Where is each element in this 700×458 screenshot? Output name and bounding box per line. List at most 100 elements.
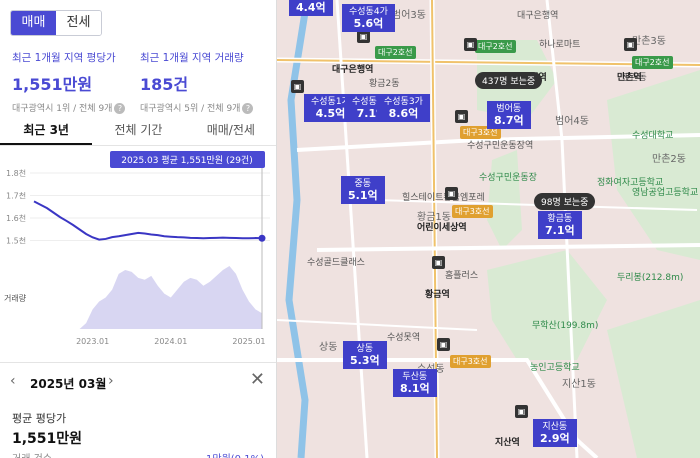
marker-price: 5.6억: [353, 17, 384, 30]
highlight-point: [258, 234, 266, 242]
y-tick-label: 1.6천: [6, 213, 26, 223]
tab-jeonse[interactable]: 전세: [56, 11, 101, 35]
price-marker[interactable]: 수성동4가 5.6억: [342, 4, 395, 32]
price-marker[interactable]: 지산동 2.9억: [533, 419, 577, 447]
map-label: 수성구민운동장: [479, 173, 537, 183]
map-view[interactable]: 범어3동 만촌3동 만촌동 수성구민운동장역 범어4동 수성구민운동장 수성대학…: [277, 0, 700, 458]
volume-rank: 대구광역시 5위 / 전체 9개?: [140, 101, 254, 114]
close-icon[interactable]: ✕: [250, 369, 265, 390]
x-tick-label: 2023.01: [76, 337, 109, 346]
map-label: 만촌역: [617, 73, 642, 83]
map-label: 하나로마트: [539, 40, 581, 50]
volume-label: 거래량: [4, 293, 27, 303]
trade-type-toggle: 매매 전세: [10, 10, 102, 36]
map-label: 지산1동: [562, 379, 596, 390]
map-label: 범어4동: [555, 116, 589, 127]
marker-price: 4.4억: [296, 1, 326, 14]
subway-station-icon[interactable]: ▣: [437, 338, 450, 351]
x-tick-label: 2025.01: [232, 337, 265, 346]
map-label: 수성구민운동장역: [467, 141, 534, 151]
app-root: 매매 전세 최근 1개월 지역 평당가 1,551만원 대구광역시 1위 / 전…: [0, 0, 700, 458]
line-badge: 대구2호선: [375, 46, 416, 59]
line-badge: 대구3호선: [452, 205, 493, 218]
detail-count-label: 거래 건수: [12, 450, 52, 458]
volume-area: [34, 266, 262, 329]
marker-price: 7.1억: [545, 224, 575, 237]
map-label: 대구은행역: [332, 65, 374, 75]
subway-station-icon[interactable]: ▣: [291, 80, 304, 93]
avg-price-stat: 최근 1개월 지역 평당가 1,551만원 대구광역시 1위 / 전체 9개?: [12, 50, 126, 114]
help-icon[interactable]: ?: [114, 103, 126, 114]
volume-rank-text: 대구광역시 5위 / 전체 9개: [140, 104, 241, 114]
marker-price: 5.1억: [348, 189, 378, 202]
line-badge: 대구2호선: [475, 40, 516, 53]
subway-station-icon[interactable]: ▣: [455, 110, 468, 123]
price-marker[interactable]: 상동 5.3억: [343, 341, 387, 369]
price-marker[interactable]: 두산동 8.1억: [393, 369, 437, 397]
price-line: [33, 200, 263, 241]
prev-month-icon[interactable]: ‹: [10, 373, 16, 389]
detail-count-value: 1만원(0.1%): [206, 450, 264, 458]
line-badge: 대구3호선: [450, 355, 491, 368]
detail-value: 1,551만원: [12, 431, 83, 447]
map-label: 황금2동: [369, 79, 400, 89]
marker-price: 8.1억: [400, 382, 430, 395]
map-label: 수성대학교: [632, 131, 674, 141]
map-label: 지산역: [495, 438, 520, 448]
map-label: 대구은행역: [517, 11, 559, 21]
map-label: 수성못역: [387, 333, 421, 343]
price-marker[interactable]: 황금동 7.1억: [538, 211, 582, 239]
price-marker[interactable]: 4.4억: [289, 0, 333, 16]
next-month-icon[interactable]: ›: [108, 373, 114, 389]
map-label: 무학산(199.8m): [532, 321, 599, 331]
map-label: 황금1동: [417, 212, 451, 223]
map-label: 황금역: [425, 290, 450, 300]
marker-price: 8.6억: [388, 107, 419, 120]
map-label: 힐스테이트황금엠포레: [402, 193, 485, 203]
marker-price: 5.3억: [350, 354, 380, 367]
avg-price-rank: 대구광역시 1위 / 전체 9개?: [12, 101, 126, 114]
price-marker[interactable]: 중동 5.1억: [341, 176, 385, 204]
map-label: 농인고등학교: [530, 363, 580, 373]
y-tick-label: 1.8천: [6, 168, 26, 178]
price-chart-svg: 1.8천 1.7천 1.6천 1.5천거래량 2025.03 평균 1,551만원 (2…: [4, 151, 270, 346]
price-marker[interactable]: 수성동3가 8.6억: [377, 94, 430, 122]
detail-label: 평균 평당가: [12, 412, 67, 425]
price-chart[interactable]: 1.8천 1.7천 1.6천 1.5천 거래량 2025.03 평균 1,551만원 (2…: [0, 146, 276, 352]
subway-station-icon[interactable]: ▣: [432, 256, 445, 269]
price-marker[interactable]: 범어동 8.7억: [487, 101, 531, 129]
map-label: 수성골드클래스: [307, 258, 365, 268]
map-label: 만촌2동: [652, 154, 686, 165]
map-label: 영남공업고등학교: [632, 188, 699, 198]
tab-recent-3y[interactable]: 최근 3년: [0, 116, 93, 145]
avg-price-label: 최근 1개월 지역 평당가: [12, 52, 116, 64]
subway-station-icon[interactable]: ▣: [515, 405, 528, 418]
date-navigator: ‹ 2025년 03월 › ✕: [0, 362, 276, 402]
line-badge: 대구2호선: [632, 56, 673, 69]
subway-station-icon[interactable]: ▣: [464, 38, 477, 51]
tab-all-period[interactable]: 전체 기간: [92, 116, 184, 145]
tab-sale[interactable]: 매매: [11, 11, 56, 35]
map-label: 두리봉(212.8m): [617, 273, 684, 283]
subway-station-icon[interactable]: ▣: [624, 38, 637, 51]
marker-price: 8.7억: [494, 114, 524, 127]
viewers-badge[interactable]: 98명 보는중: [534, 193, 596, 210]
avg-price-rank-text: 대구광역시 1위 / 전체 9개: [12, 104, 113, 114]
map-label: 만촌3동: [632, 36, 666, 47]
help-icon[interactable]: ?: [242, 103, 254, 114]
subway-station-icon[interactable]: ▣: [445, 187, 458, 200]
volume-value: 185건: [140, 75, 189, 94]
viewers-badge[interactable]: 437명 보는중: [475, 72, 543, 89]
map-label: 상동: [319, 342, 338, 353]
selected-month: 2025년 03월: [30, 377, 107, 391]
marker-price: 2.9억: [540, 432, 570, 445]
avg-price-value: 1,551만원: [12, 75, 93, 94]
y-tick-label: 1.5천: [6, 236, 26, 246]
stats-panel: 매매 전세 최근 1개월 지역 평당가 1,551만원 대구광역시 1위 / 전…: [0, 0, 277, 458]
volume-stat: 최근 1개월 지역 거래량 185건 대구광역시 5위 / 전체 9개?: [140, 50, 254, 114]
period-tabs: 최근 3년 전체 기간 매매/전세: [0, 116, 276, 146]
map-label: 범어3동: [392, 10, 426, 21]
tab-sale-jeonse[interactable]: 매매/전세: [185, 116, 276, 145]
volume-label: 최근 1개월 지역 거래량: [140, 52, 244, 64]
tooltip-text: 2025.03 평균 1,551만원 (29건): [121, 155, 252, 166]
